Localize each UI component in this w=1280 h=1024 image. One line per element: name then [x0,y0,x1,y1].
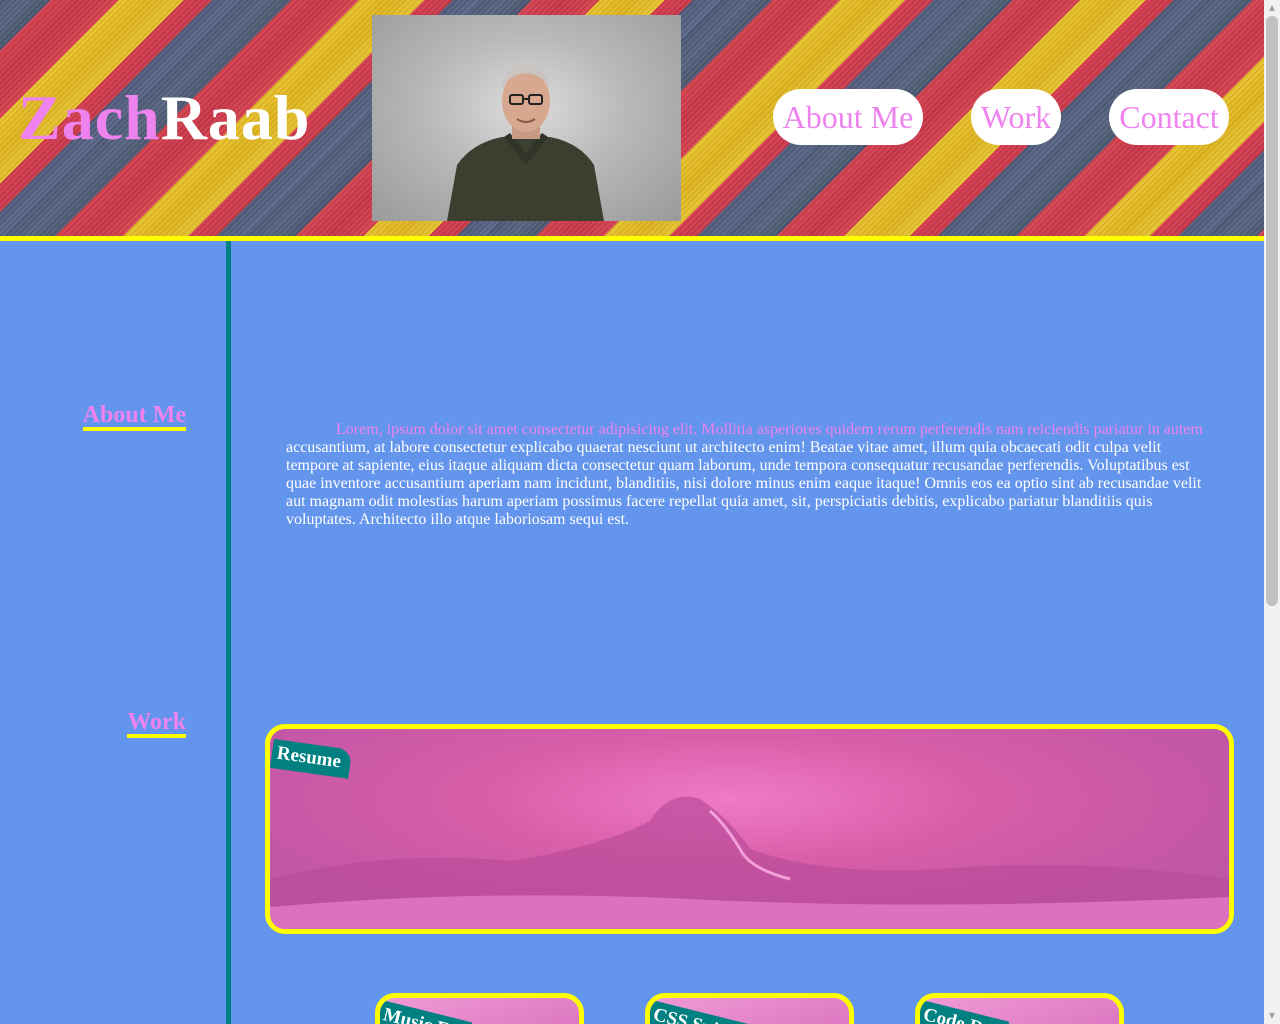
logo-first-name: Zach [18,82,161,153]
sidebar: About Me Work [0,241,231,1024]
logo-last-name: Raab [160,82,311,153]
sidebar-link-work[interactable]: Work [127,710,186,738]
scrollbar-thumb[interactable] [1266,16,1278,606]
portrait-illustration [447,65,604,221]
vertical-scrollbar[interactable]: ▲ ▼ [1264,0,1280,1024]
about-body-text: accusantium, at labore consectetur expli… [286,439,1202,528]
nav-work[interactable]: Work [971,89,1061,145]
nav-contact[interactable]: Contact [1109,89,1229,145]
site-header: ZachRaab About Me Work Contact [0,0,1264,241]
work-card-3[interactable]: Code D... [915,993,1124,1024]
work-card-1[interactable]: Music F... [375,993,584,1024]
scroll-up-icon[interactable]: ▲ [1264,0,1280,16]
nav-about-me[interactable]: About Me [773,89,923,145]
about-highlight-text: Lorem, ipsum dolor sit amet consectetur … [336,421,1203,438]
featured-work-card[interactable]: Resume [265,724,1234,934]
site-logo[interactable]: ZachRaab [18,82,311,154]
work-card-2[interactable]: CSS Spin... [645,993,854,1024]
about-paragraph: Lorem, ipsum dolor sit amet consectetur … [286,421,1206,529]
sidebar-link-about-me[interactable]: About Me [82,403,186,431]
work-card-1-label: Music F... [380,1000,473,1024]
profile-photo [372,15,681,221]
lava-landscape-image [270,796,1229,929]
work-card-3-label: Code D... [920,1000,1010,1024]
work-card-2-label: CSS Spin... [650,1000,755,1024]
scroll-down-icon[interactable]: ▼ [1264,1008,1280,1024]
